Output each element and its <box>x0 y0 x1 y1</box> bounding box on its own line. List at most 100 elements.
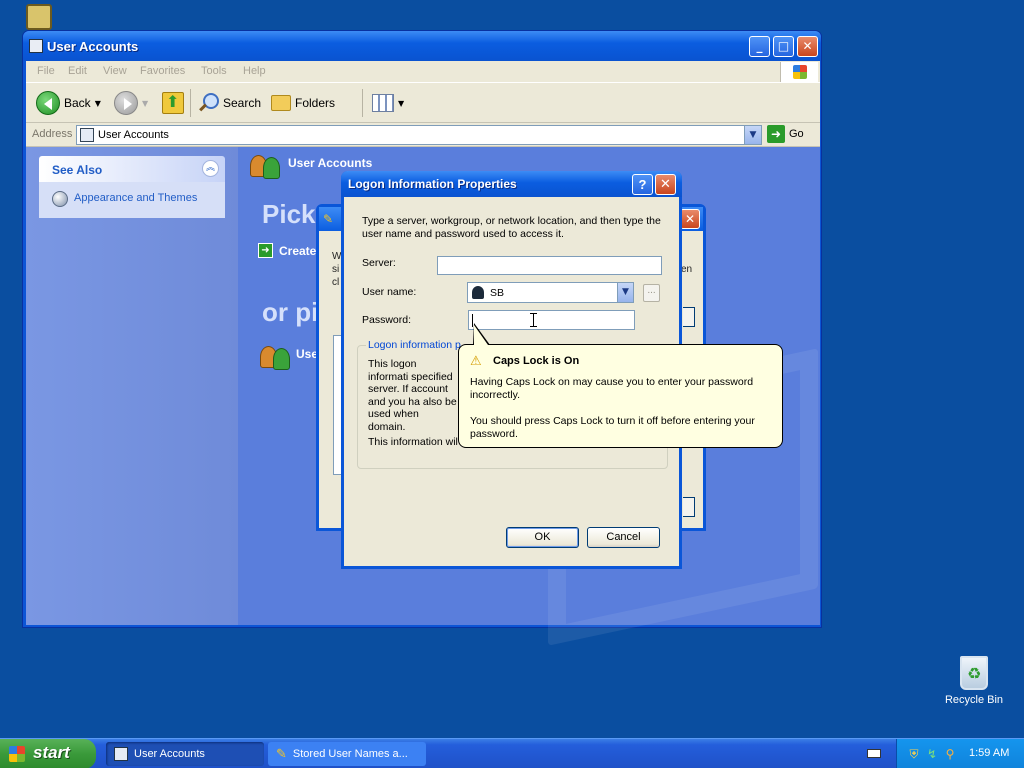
user-accounts-icon <box>29 39 43 53</box>
clock[interactable]: 1:59 AM <box>969 747 1009 759</box>
address-input[interactable]: User Accounts ▼ <box>76 125 762 145</box>
task-pane: See Also ︽ Appearance and Themes <box>26 147 238 625</box>
address-bar: Address User Accounts ▼ ➜ Go <box>26 123 820 147</box>
menu-help[interactable]: Help <box>243 65 266 77</box>
stored-dialog-text: si <box>332 264 340 275</box>
recycle-bin-icon[interactable] <box>960 656 988 690</box>
folder-icon <box>271 95 291 111</box>
chevron-down-icon[interactable]: ▼ <box>398 99 404 108</box>
user-accounts-icon <box>80 128 94 142</box>
chevron-down-icon[interactable]: ▼ <box>95 99 101 108</box>
menu-favorites[interactable]: Favorites <box>140 65 185 77</box>
password-input[interactable] <box>468 310 635 330</box>
security-shield-icon[interactable]: ⛨ <box>907 747 921 761</box>
see-also-body: Appearance and Themes <box>39 182 225 218</box>
folders-button[interactable]: Folders <box>271 91 335 115</box>
maximize-button[interactable]: □ <box>773 36 794 57</box>
see-also-header[interactable]: See Also ︽ <box>39 156 225 182</box>
windows-logo-icon <box>9 746 25 762</box>
magnifier-icon[interactable]: ⚲ <box>943 747 957 761</box>
keyboard-icon[interactable] <box>867 749 881 758</box>
start-label: start <box>33 743 70 762</box>
balloon-title: Caps Lock is On <box>493 355 580 367</box>
menu-view[interactable]: View <box>103 65 127 77</box>
create-account-link[interactable]: ➜ Create <box>258 243 316 258</box>
menu-bar: File Edit View Favorites Tools Help <box>26 61 820 83</box>
help-button[interactable]: ? <box>632 174 653 195</box>
folder-up-icon <box>162 92 184 114</box>
user-accounts-icon <box>114 747 128 761</box>
username-combobox[interactable]: SB ▼ <box>467 282 634 303</box>
dialog-close-button[interactable]: ✕ <box>655 174 676 195</box>
cancel-button[interactable]: Cancel <box>587 527 660 548</box>
taskbar-item-user-accounts[interactable]: User Accounts <box>106 742 264 766</box>
menu-tools[interactable]: Tools <box>201 65 227 77</box>
go-arrow-icon: ➜ <box>767 125 785 143</box>
address-value: User Accounts <box>98 129 169 141</box>
groupbox-title: Logon information p <box>366 339 463 351</box>
back-button[interactable]: Back ▼ <box>36 91 101 115</box>
menu-file[interactable]: File <box>37 65 55 77</box>
key-icon: ✎ <box>276 746 287 762</box>
taskbar-item-label: Stored User Names a... <box>292 748 408 760</box>
start-button[interactable]: start <box>0 739 96 768</box>
windows-logo-icon <box>780 62 818 82</box>
network-icon[interactable]: ↯ <box>925 747 939 761</box>
user-accounts-icon <box>260 344 290 370</box>
recycle-bin-label: Recycle Bin <box>944 694 1004 706</box>
key-icon: ✎ <box>323 212 334 226</box>
minimize-button[interactable]: _ <box>749 36 770 57</box>
username-label: User name: <box>362 286 417 298</box>
collapse-icon[interactable]: ︽ <box>202 160 219 177</box>
taskbar-item-stored-user-names[interactable]: ✎ Stored User Names a... <box>268 742 426 766</box>
address-label: Address <box>32 128 73 140</box>
balloon-tail <box>473 323 490 345</box>
warning-icon: ⚠ <box>470 354 482 369</box>
menu-edit[interactable]: Edit <box>68 65 87 77</box>
user-account-link[interactable]: Use <box>296 347 318 361</box>
taskbar: start User Accounts ✎ Stored User Names … <box>0 738 1024 768</box>
go-button[interactable]: ➜ Go <box>767 125 804 143</box>
stored-dialog-button[interactable] <box>683 497 695 517</box>
ok-button[interactable]: OK <box>506 527 579 548</box>
close-button[interactable]: ✕ <box>797 36 818 57</box>
balloon-text: You should press Caps Lock to turn it of… <box>470 415 755 440</box>
browse-button[interactable]: ... <box>643 284 660 302</box>
toolbar-separator <box>190 89 191 117</box>
password-label: Password: <box>362 314 412 326</box>
pick-task-heading: Pick <box>262 199 316 229</box>
appearance-icon <box>52 191 68 207</box>
balloon-text: Having Caps Lock on may cause you to ent… <box>470 376 754 401</box>
views-button[interactable]: ▼ <box>372 91 404 115</box>
see-also-title: See Also <box>52 163 103 177</box>
toolbar: Back ▼ ▼ Search Folders ▼ <box>26 83 820 123</box>
search-button[interactable]: Search <box>197 91 261 115</box>
up-button[interactable] <box>162 91 184 115</box>
recycle-bin[interactable]: Recycle Bin <box>944 656 1004 706</box>
ibeam-cursor-icon <box>530 313 540 327</box>
explorer-titlebar[interactable]: User Accounts _ □ ✕ <box>23 31 821 61</box>
appearance-themes-link[interactable]: Appearance and Themes <box>74 192 197 204</box>
stored-dialog-button[interactable] <box>683 307 695 327</box>
chevron-down-icon[interactable]: ▼ <box>142 99 148 108</box>
system-tray: ⛨ ↯ ⚲ 1:59 AM <box>896 739 1024 768</box>
username-value: SB <box>490 287 505 299</box>
dialog-title: Logon Information Properties <box>348 177 517 191</box>
stored-dialog-close-button[interactable]: ✕ <box>680 209 700 229</box>
groupbox-footer: This information wil <box>368 436 458 448</box>
search-label: Search <box>223 96 262 110</box>
explorer-title: User Accounts <box>47 39 139 54</box>
back-label: Back <box>64 96 91 110</box>
arrow-right-icon: ➜ <box>258 243 273 258</box>
username-dropdown-button[interactable]: ▼ <box>617 283 633 302</box>
caps-lock-balloon: ⚠ Caps Lock is On Having Caps Lock on ma… <box>458 323 783 448</box>
groupbox-text: This logon informati specified server. I… <box>368 358 457 433</box>
server-input[interactable] <box>437 256 662 275</box>
desktop-shortcut-icon[interactable] <box>26 4 52 30</box>
dialog-titlebar[interactable]: Logon Information Properties ? ✕ <box>341 171 682 197</box>
address-dropdown-button[interactable]: ▼ <box>744 126 761 144</box>
taskbar-item-label: User Accounts <box>134 748 205 760</box>
stored-dialog-text: cl <box>332 277 340 288</box>
dialog-instructions: Type a server, workgroup, or network loc… <box>362 215 661 240</box>
forward-button[interactable]: ▼ <box>114 91 148 115</box>
